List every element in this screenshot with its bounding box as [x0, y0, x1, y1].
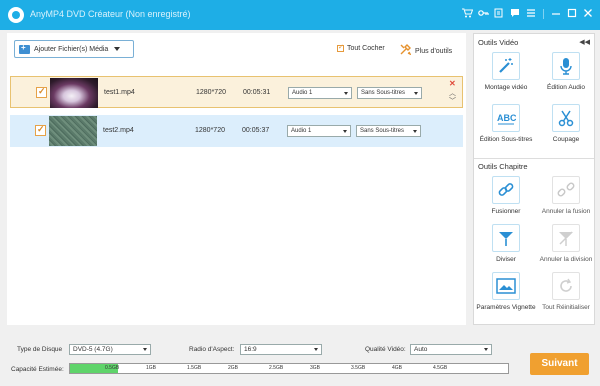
- tool-label: Annuler la division: [539, 256, 593, 263]
- video-thumbnail: [49, 116, 97, 146]
- capacity-tick-label: 0.5GB: [105, 365, 120, 371]
- feedback-icon[interactable]: [509, 8, 521, 20]
- move-down-icon[interactable]: ﹀: [449, 96, 456, 106]
- menu-icon[interactable]: [525, 8, 537, 20]
- check-all-label: Tout Cocher: [347, 45, 385, 52]
- capacity-bar: 0.5GB 1GB 1.5GB 2GB 2.5GB 3GB 3.5GB 4GB 4.5GB: [69, 363, 509, 374]
- audio-track-select[interactable]: Audio 1: [287, 125, 351, 137]
- capacity-tick-label: 1GB: [146, 365, 157, 371]
- close-icon[interactable]: [582, 8, 594, 20]
- file-duration: 00:05:31: [243, 89, 271, 96]
- capacity-tick-label: 3GB: [310, 365, 321, 371]
- scissors-icon[interactable]: [552, 104, 580, 132]
- tool-label: Coupage: [552, 136, 580, 143]
- disc-type-select[interactable]: DVD-5 (4.7G): [69, 344, 151, 355]
- unsplit-icon[interactable]: [552, 224, 580, 252]
- file-row[interactable]: test1.mp4 1280*720 00:05:31 Audio 1 Sans…: [10, 76, 463, 108]
- app-logo-icon: [8, 7, 24, 23]
- tool-unsplit[interactable]: Annuler la division: [536, 224, 596, 264]
- tool-merge[interactable]: Fusionner: [476, 176, 536, 216]
- tool-label: Édition Sous-titres: [479, 136, 533, 143]
- video-tools-title: Outils Vidéo: [478, 38, 519, 47]
- cart-icon[interactable]: [461, 8, 473, 20]
- tool-thumbnail-settings[interactable]: Paramètres Vignette: [476, 272, 536, 312]
- file-row[interactable]: test2.mp4 1280*720 00:05:37 Audio 1 Sans…: [10, 115, 463, 147]
- tool-clip[interactable]: Coupage: [536, 104, 596, 144]
- tool-unmerge[interactable]: Annuler la fusion: [536, 176, 596, 216]
- capacity-label: Capacité Estimée:: [11, 366, 64, 373]
- register-icon[interactable]: [493, 8, 505, 20]
- maximize-icon[interactable]: [566, 8, 578, 20]
- tools-icon: [400, 44, 412, 58]
- unlink-icon[interactable]: [552, 176, 580, 204]
- thumbnail-icon[interactable]: [492, 272, 520, 300]
- key-icon[interactable]: [477, 8, 489, 20]
- more-tools-button[interactable]: Plus d'outils: [400, 44, 452, 58]
- media-list-panel: Ajouter Fichier(s) Média Tout Cocher Plu…: [7, 33, 466, 325]
- svg-text:ABC: ABC: [497, 113, 516, 123]
- file-name: test2.mp4: [103, 127, 134, 134]
- title-bar: AnyMP4 DVD Créateur (Non enregistré): [0, 0, 600, 30]
- title-bar-controls: [461, 8, 594, 20]
- next-button[interactable]: Suivant: [530, 353, 589, 375]
- video-thumbnail: [50, 78, 98, 108]
- disc-type-label: Type de Disque: [17, 346, 63, 353]
- magic-wand-icon[interactable]: [492, 52, 520, 80]
- capacity-tick-label: 4.5GB: [433, 365, 448, 371]
- tool-label: Diviser: [496, 256, 516, 263]
- split-icon[interactable]: [492, 224, 520, 252]
- chapter-tools-title: Outils Chapitre: [478, 162, 528, 171]
- row-checkbox[interactable]: [36, 86, 47, 98]
- capacity-tick-label: 4GB: [392, 365, 403, 371]
- chevron-down-icon: [114, 47, 121, 51]
- capacity-tick-label: 2GB: [228, 365, 239, 371]
- tool-video-editing[interactable]: Montage vidéo: [476, 52, 536, 92]
- file-resolution: 1280*720: [196, 89, 226, 96]
- tool-split[interactable]: Diviser: [476, 224, 536, 264]
- tool-reset-all[interactable]: Tout Réinitialiser: [536, 272, 596, 312]
- minimize-icon[interactable]: [550, 8, 562, 20]
- tool-label: Montage vidéo: [484, 84, 528, 91]
- tool-label: Fusionner: [491, 208, 521, 215]
- tool-subtitle-editing[interactable]: ABC Édition Sous-titres: [476, 104, 536, 144]
- file-resolution: 1280*720: [195, 127, 225, 134]
- tool-label: Annuler la fusion: [541, 208, 591, 215]
- aspect-ratio-label: Radio d'Aspect:: [189, 346, 235, 353]
- add-file-icon: [19, 43, 30, 54]
- audio-track-select[interactable]: Audio 1: [288, 87, 352, 99]
- tool-audio-editing[interactable]: Édition Audio: [536, 52, 596, 92]
- row-checkbox[interactable]: [35, 124, 46, 136]
- capacity-tick-label: 2.5GB: [269, 365, 284, 371]
- check-all-toggle[interactable]: Tout Cocher: [337, 43, 385, 52]
- capacity-tick-label: 1.5GB: [187, 365, 202, 371]
- more-tools-label: Plus d'outils: [415, 47, 453, 55]
- video-quality-select[interactable]: Auto: [410, 344, 492, 355]
- collapse-panel-icon[interactable]: ◀◀: [579, 38, 590, 46]
- bottom-bar: Type de Disque DVD-5 (4.7G) Radio d'Aspe…: [0, 332, 600, 386]
- tool-label: Tout Réinitialiser: [542, 304, 590, 311]
- delete-icon[interactable]: ✕: [449, 79, 456, 88]
- video-quality-label: Qualité Vidéo:: [365, 346, 406, 353]
- file-name: test1.mp4: [104, 89, 135, 96]
- tools-panel: Outils Vidéo ◀◀ Montage vidéo Édition Au…: [473, 33, 595, 325]
- link-icon[interactable]: [492, 176, 520, 204]
- app-title: AnyMP4 DVD Créateur (Non enregistré): [30, 9, 191, 19]
- microphone-icon[interactable]: [552, 52, 580, 80]
- add-media-button[interactable]: Ajouter Fichier(s) Média: [14, 40, 134, 58]
- section-divider: [474, 158, 594, 159]
- file-duration: 00:05:37: [242, 127, 270, 134]
- subtitle-abc-icon[interactable]: ABC: [492, 104, 520, 132]
- checkbox-icon: [337, 43, 344, 52]
- reset-icon[interactable]: [552, 272, 580, 300]
- add-media-label: Ajouter Fichier(s) Média: [34, 45, 109, 53]
- tool-label: Paramètres Vignette: [476, 304, 536, 311]
- capacity-tick-label: 3.5GB: [351, 365, 366, 371]
- aspect-ratio-select[interactable]: 16:9: [240, 344, 322, 355]
- subtitle-select[interactable]: Sans Sous-titres: [357, 87, 422, 99]
- tool-label: Édition Audio: [547, 84, 585, 91]
- subtitle-select[interactable]: Sans Sous-titres: [356, 125, 421, 137]
- title-bar-divider: [543, 9, 544, 19]
